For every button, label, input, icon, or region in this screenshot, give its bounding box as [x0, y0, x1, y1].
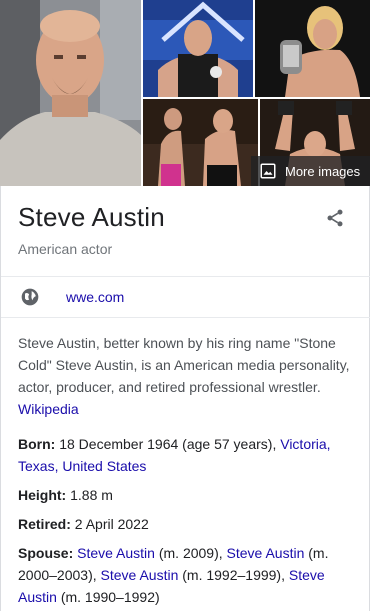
- website-row: wwe.com: [1, 277, 370, 317]
- ring-photo[interactable]: [143, 99, 258, 186]
- championship-belt-photo[interactable]: [255, 0, 370, 97]
- place-link-united-states[interactable]: United States: [62, 458, 146, 474]
- spouse-years: (m. 1990–1992): [60, 589, 160, 605]
- spouse-years: (m. 1992–1999),: [182, 567, 285, 583]
- knowledge-panel: Steve Austin American actor wwe.com Stev…: [0, 186, 370, 611]
- fact-born: Born: 18 December 1964 (age 57 years), V…: [18, 433, 358, 477]
- fact-height-label: Height:: [18, 487, 67, 503]
- fact-born-label: Born:: [18, 436, 56, 452]
- fact-spouse: Spouse: Steve Austin (m. 2009), Steve Au…: [18, 542, 358, 608]
- share-icon[interactable]: [325, 208, 345, 228]
- fact-retired-label: Retired:: [18, 516, 71, 532]
- description-text: Steve Austin, better known by his ring n…: [18, 335, 350, 395]
- more-images-button[interactable]: More images: [251, 156, 370, 186]
- fact-spouse-label: Spouse:: [18, 545, 74, 561]
- website-link[interactable]: wwe.com: [66, 289, 124, 305]
- description: Steve Austin, better known by his ring n…: [18, 332, 354, 420]
- place-link-texas[interactable]: Texas,: [18, 458, 58, 474]
- entity-title: Steve Austin: [18, 202, 165, 232]
- fact-height-value: 1.88 m: [70, 487, 113, 503]
- wikipedia-link[interactable]: Wikipedia: [18, 401, 79, 417]
- image-collage: More images: [0, 0, 370, 186]
- fact-born-value: 18 December 1964 (age 57 years),: [59, 436, 277, 452]
- globe-icon: [20, 287, 40, 307]
- fact-height: Height: 1.88 m: [18, 484, 358, 506]
- main-photo[interactable]: [0, 0, 141, 186]
- spouse-years: (m. 2009),: [158, 545, 223, 561]
- fact-retired: Retired: 2 April 2022: [18, 513, 358, 535]
- divider: [1, 317, 370, 318]
- place-link-victoria[interactable]: Victoria,: [280, 436, 330, 452]
- entity-subtitle: American actor: [18, 241, 113, 257]
- spouse-link[interactable]: Steve Austin: [77, 545, 155, 561]
- more-images-label: More images: [285, 163, 361, 179]
- spouse-link[interactable]: Steve Austin: [227, 545, 305, 561]
- wrestlemania-photo[interactable]: [143, 0, 253, 97]
- fact-retired-value: 2 April 2022: [74, 516, 149, 532]
- image-icon: [259, 162, 277, 180]
- spouse-link[interactable]: Steve Austin: [101, 567, 179, 583]
